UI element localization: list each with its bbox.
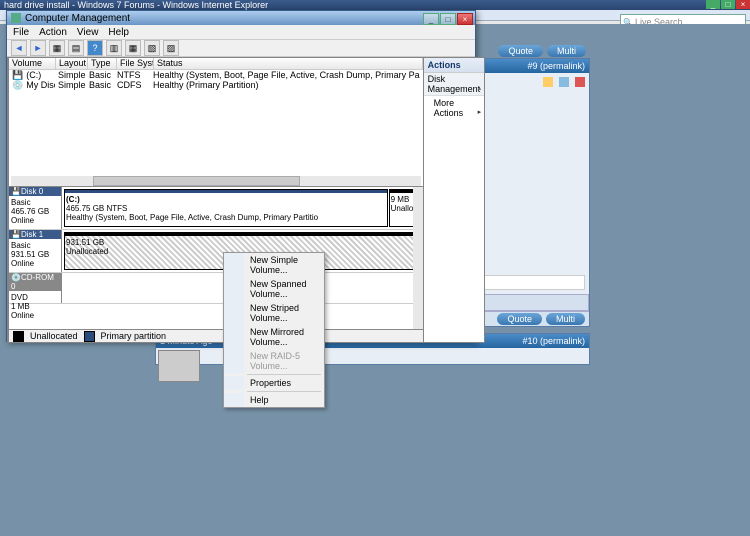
multi-button[interactable]: Multi bbox=[547, 45, 586, 57]
center-pane: Volume Layout Type File System Status 💾(… bbox=[9, 57, 424, 343]
menu-file[interactable]: File bbox=[13, 27, 29, 38]
ie-min-button[interactable]: _ bbox=[706, 0, 720, 9]
legend-bar: Unallocated Primary partition bbox=[9, 329, 423, 342]
forward-button[interactable]: ► bbox=[30, 40, 46, 56]
back-button[interactable]: ◄ bbox=[11, 40, 27, 56]
volume-row-c[interactable]: 💾(C:) Simple Basic NTFS Healthy (System,… bbox=[9, 70, 423, 80]
legend-unalloc-swatch bbox=[13, 331, 24, 342]
up-button[interactable]: ▦ bbox=[49, 40, 65, 56]
mmc-title-text: Computer Management bbox=[25, 13, 130, 24]
volume-list-h-scrollbar[interactable] bbox=[11, 176, 421, 186]
mmc-min-button[interactable]: _ bbox=[423, 13, 439, 25]
disk-1-row[interactable]: 💾Disk 1 Basic 931.51 GB Online 931.51 GB… bbox=[9, 230, 423, 273]
actions-more[interactable]: More Actions bbox=[424, 96, 485, 120]
disk-0-partition-c[interactable]: (C:) 465.75 GB NTFS Healthy (System, Boo… bbox=[64, 189, 388, 227]
volume-list: Volume Layout Type File System Status 💾(… bbox=[9, 58, 423, 186]
legend-unalloc-label: Unallocated bbox=[30, 331, 78, 341]
context-menu: New Simple Volume... New Spanned Volume.… bbox=[223, 252, 325, 408]
view2-button[interactable]: ▧ bbox=[144, 40, 160, 56]
multi-button-9[interactable]: Multi bbox=[546, 313, 585, 325]
volume-row-d[interactable]: 💿My Disc (D:) Simple Basic CDFS Healthy … bbox=[9, 80, 423, 90]
ie-title-text: hard drive install - Windows 7 Forums - … bbox=[4, 0, 268, 10]
ctx-new-raid5-volume: New RAID-5 Volume... bbox=[224, 349, 324, 373]
col-volume: Volume bbox=[9, 58, 56, 69]
mmc-toolbar: ◄ ► ▦ ▤ ? ▥ ▦ ▧ ▨ bbox=[7, 40, 475, 57]
mmc-max-button[interactable]: □ bbox=[440, 13, 456, 25]
ctx-new-simple-volume[interactable]: New Simple Volume... bbox=[224, 253, 324, 277]
col-layout: Layout bbox=[56, 58, 88, 69]
ctx-new-mirrored-volume[interactable]: New Mirrored Volume... bbox=[224, 325, 324, 349]
ctx-new-spanned-volume[interactable]: New Spanned Volume... bbox=[224, 277, 324, 301]
warn-icon[interactable] bbox=[543, 77, 553, 87]
post-9-permalink[interactable]: #9 (permalink) bbox=[527, 61, 585, 71]
cdrom-info: 💿CD-ROM 0 DVD 1 MB Online bbox=[9, 273, 62, 303]
mmc-close-button[interactable]: × bbox=[457, 13, 473, 25]
disk-graphic-view: 💾Disk 0 Basic 465.76 GB Online (C:) 465.… bbox=[9, 186, 423, 329]
view3-button[interactable]: ▨ bbox=[163, 40, 179, 56]
mmc-menubar: File Action View Help bbox=[7, 25, 475, 40]
disk-0-info: 💾Disk 0 Basic 465.76 GB Online bbox=[9, 187, 62, 229]
report-icon[interactable] bbox=[559, 77, 569, 87]
show-hide-tree-button[interactable]: ▤ bbox=[68, 40, 84, 56]
menu-action[interactable]: Action bbox=[39, 27, 67, 38]
ctx-properties[interactable]: Properties bbox=[224, 376, 324, 390]
alert-icon[interactable] bbox=[575, 77, 585, 87]
ctx-new-striped-volume[interactable]: New Striped Volume... bbox=[224, 301, 324, 325]
col-fs: File System bbox=[117, 58, 154, 69]
actions-pane: Actions Disk Management More Actions bbox=[424, 57, 486, 343]
ie-title-bar: hard drive install - Windows 7 Forums - … bbox=[0, 0, 750, 10]
graphic-v-scrollbar[interactable] bbox=[413, 187, 423, 329]
quote-button[interactable]: Quote bbox=[498, 45, 543, 57]
post-10-permalink[interactable]: #10 (permalink) bbox=[522, 336, 585, 346]
quote-button-9[interactable]: Quote bbox=[497, 313, 542, 325]
ie-max-button[interactable]: □ bbox=[721, 0, 735, 9]
menu-help[interactable]: Help bbox=[108, 27, 129, 38]
cdrom-row[interactable]: 💿CD-ROM 0 DVD 1 MB Online bbox=[9, 273, 423, 304]
actions-header: Actions bbox=[424, 58, 485, 73]
volume-header[interactable]: Volume Layout Type File System Status bbox=[9, 58, 423, 70]
ie-close-button[interactable]: × bbox=[736, 0, 750, 9]
disk-0-row[interactable]: 💾Disk 0 Basic 465.76 GB Online (C:) 465.… bbox=[9, 187, 423, 230]
help-button[interactable]: ? bbox=[87, 40, 103, 56]
ctx-help[interactable]: Help bbox=[224, 393, 324, 407]
view1-button[interactable]: ▦ bbox=[125, 40, 141, 56]
avatar bbox=[158, 350, 200, 382]
disk-1-info: 💾Disk 1 Basic 931.51 GB Online bbox=[9, 230, 62, 272]
menu-view[interactable]: View bbox=[77, 27, 99, 38]
actions-dm-heading[interactable]: Disk Management bbox=[424, 73, 485, 96]
legend-primary-swatch bbox=[84, 331, 95, 342]
col-type: Type bbox=[88, 58, 117, 69]
legend-primary-label: Primary partition bbox=[101, 331, 167, 341]
mmc-title-bar[interactable]: Computer Management _ □ × bbox=[7, 11, 475, 25]
post-10-body bbox=[156, 348, 589, 364]
refresh-button[interactable]: ▥ bbox=[106, 40, 122, 56]
col-status: Status bbox=[154, 58, 423, 69]
ie-window-controls: _ □ × bbox=[705, 0, 750, 9]
